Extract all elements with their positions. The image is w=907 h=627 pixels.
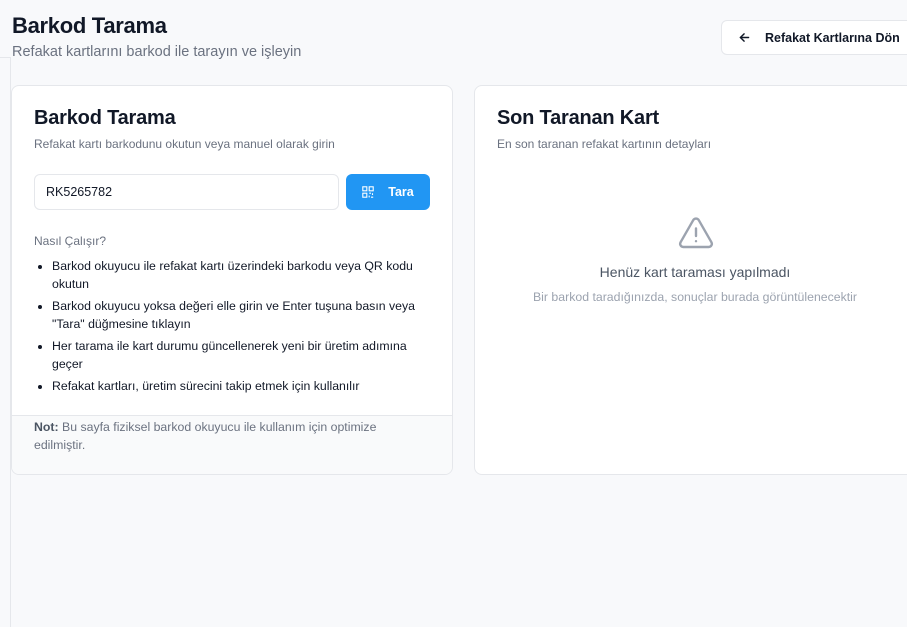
last-card-description: En son taranan refakat kartının detaylar… bbox=[497, 137, 712, 151]
page-subtitle: Refakat kartlarını barkod ile tarayın ve… bbox=[12, 44, 302, 60]
scan-card-title: Barkod Tarama bbox=[34, 107, 176, 129]
note-text: Bu sayfa fiziksel barkod okuyucu ile kul… bbox=[34, 420, 377, 452]
list-item: Barkod okuyucu ile refakat kartı üzerind… bbox=[52, 257, 437, 293]
note-footer: Not: Bu sayfa fiziksel barkod okuyucu il… bbox=[12, 415, 452, 474]
scan-button-label: Tara bbox=[388, 185, 414, 199]
arrow-left-icon bbox=[739, 33, 750, 42]
how-it-works-list: Barkod okuyucu ile refakat kartı üzerind… bbox=[34, 257, 437, 399]
list-item: Refakat kartları, üretim sürecini takip … bbox=[52, 377, 437, 395]
warning-triangle-icon bbox=[678, 217, 714, 249]
how-it-works-title: Nasıl Çalışır? bbox=[34, 234, 107, 248]
empty-state-title: Henüz kart taraması yapılmadı bbox=[599, 264, 791, 280]
list-item: Barkod okuyucu yoksa değeri elle girin v… bbox=[52, 297, 437, 333]
barcode-input[interactable] bbox=[34, 174, 339, 210]
qr-code-icon bbox=[362, 186, 374, 198]
scan-button[interactable]: Tara bbox=[346, 174, 430, 210]
last-scanned-card: Son Taranan Kart En son taranan refakat … bbox=[474, 85, 907, 475]
barcode-scan-card: Barkod Tarama Refakat kartı barkodunu ok… bbox=[11, 85, 453, 475]
last-card-title: Son Taranan Kart bbox=[497, 107, 660, 129]
back-to-cards-button[interactable]: Refakat Kartlarına Dön bbox=[721, 20, 907, 55]
back-button-label: Refakat Kartlarına Dön bbox=[765, 30, 900, 45]
page-title: Barkod Tarama bbox=[12, 13, 167, 38]
scan-card-description: Refakat kartı barkodunu okutun veya manu… bbox=[34, 137, 335, 151]
list-item: Her tarama ile kart durumu güncellenerek… bbox=[52, 337, 437, 373]
note-label: Not: bbox=[34, 420, 59, 434]
empty-state-description: Bir barkod taradığınızda, sonuçlar burad… bbox=[532, 290, 857, 304]
